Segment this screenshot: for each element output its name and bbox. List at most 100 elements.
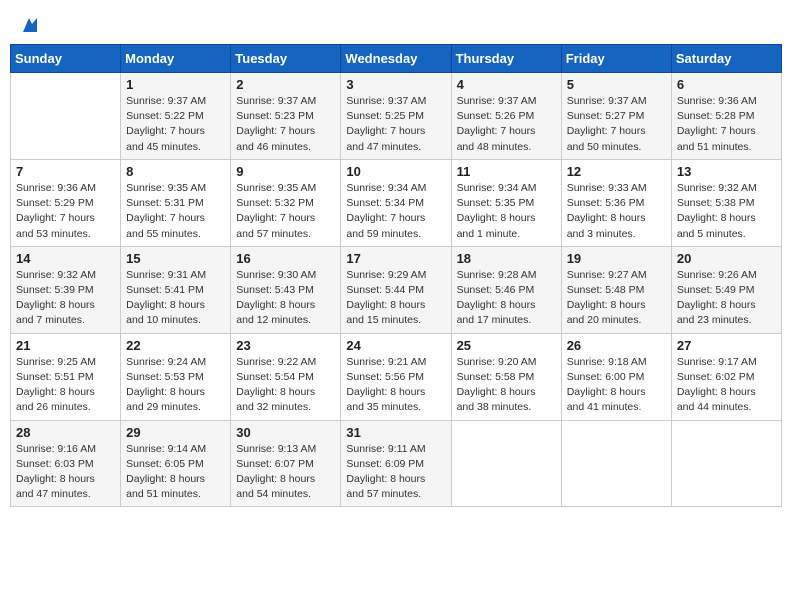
calendar-cell: 28Sunrise: 9:16 AMSunset: 6:03 PMDayligh…: [11, 420, 121, 507]
day-info: Sunrise: 9:33 AMSunset: 5:36 PMDaylight:…: [567, 181, 666, 242]
logo: [18, 14, 42, 32]
day-info: Sunrise: 9:37 AMSunset: 5:23 PMDaylight:…: [236, 94, 335, 155]
calendar-cell: 21 Sunrise: 9:25 AMSunset: 5:51 PMDayligh…: [11, 333, 121, 420]
day-number: 6: [677, 77, 776, 92]
calendar-cell: 17 Sunrise: 9:29 AMSunset: 5:44 PMDayligh…: [341, 246, 451, 333]
day-number: 5: [567, 77, 666, 92]
weekday-header: Wednesday: [341, 45, 451, 73]
weekday-header: Sunday: [11, 45, 121, 73]
calendar-cell: 1Sunrise: 9:37 AMSunset: 5:22 PMDaylight…: [121, 73, 231, 160]
day-info: Sunrise: 9:32 AMSunset: 5:39 PMDaylight:…: [16, 268, 115, 329]
day-number: 23: [236, 338, 335, 353]
day-number: 3: [346, 77, 445, 92]
calendar-cell: 8Sunrise: 9:35 AMSunset: 5:31 PMDaylight…: [121, 159, 231, 246]
calendar-cell: 11 Sunrise: 9:34 AMSunset: 5:35 PMDayligh…: [451, 159, 561, 246]
day-number: 25: [457, 338, 556, 353]
calendar-cell: 5 Sunrise: 9:37 AMSunset: 5:27 PMDaylight…: [561, 73, 671, 160]
calendar-week-row: 1Sunrise: 9:37 AMSunset: 5:22 PMDaylight…: [11, 73, 782, 160]
calendar-cell: 13Sunrise: 9:32 AMSunset: 5:38 PMDayligh…: [671, 159, 781, 246]
calendar-cell: 6 Sunrise: 9:36 AMSunset: 5:28 PMDaylight…: [671, 73, 781, 160]
day-number: 9: [236, 164, 335, 179]
day-number: 29: [126, 425, 225, 440]
calendar-cell: 15Sunrise: 9:31 AMSunset: 5:41 PMDayligh…: [121, 246, 231, 333]
calendar-cell: 7Sunrise: 9:36 AMSunset: 5:29 PMDaylight…: [11, 159, 121, 246]
day-info: Sunrise: 9:29 AMSunset: 5:44 PMDaylight:…: [346, 268, 445, 329]
calendar-cell: 31Sunrise: 9:11 AMSunset: 6:09 PMDayligh…: [341, 420, 451, 507]
day-info: Sunrise: 9:37 AMSunset: 5:27 PMDaylight:…: [567, 94, 666, 155]
calendar-cell: 23 Sunrise: 9:22 AMSunset: 5:54 PMDayligh…: [231, 333, 341, 420]
weekday-row: SundayMondayTuesdayWednesdayThursdayFrid…: [11, 45, 782, 73]
day-number: 30: [236, 425, 335, 440]
weekday-header: Tuesday: [231, 45, 341, 73]
day-number: 11: [457, 164, 556, 179]
day-number: 26: [567, 338, 666, 353]
day-number: 15: [126, 251, 225, 266]
calendar-week-row: 21 Sunrise: 9:25 AMSunset: 5:51 PMDayligh…: [11, 333, 782, 420]
calendar-week-row: 28Sunrise: 9:16 AMSunset: 6:03 PMDayligh…: [11, 420, 782, 507]
calendar-cell: 12 Sunrise: 9:33 AMSunset: 5:36 PMDayligh…: [561, 159, 671, 246]
calendar-cell: 4Sunrise: 9:37 AMSunset: 5:26 PMDaylight…: [451, 73, 561, 160]
day-number: 4: [457, 77, 556, 92]
day-number: 21: [16, 338, 115, 353]
day-info: Sunrise: 9:34 AMSunset: 5:35 PMDaylight:…: [457, 181, 556, 242]
calendar-cell: 20 Sunrise: 9:26 AMSunset: 5:49 PMDayligh…: [671, 246, 781, 333]
calendar-cell: [451, 420, 561, 507]
day-info: Sunrise: 9:13 AMSunset: 6:07 PMDaylight:…: [236, 442, 335, 503]
calendar-cell: 24 Sunrise: 9:21 AMSunset: 5:56 PMDayligh…: [341, 333, 451, 420]
day-info: Sunrise: 9:27 AMSunset: 5:48 PMDaylight:…: [567, 268, 666, 329]
calendar-cell: 9 Sunrise: 9:35 AMSunset: 5:32 PMDaylight…: [231, 159, 341, 246]
calendar-cell: 16 Sunrise: 9:30 AMSunset: 5:43 PMDayligh…: [231, 246, 341, 333]
day-info: Sunrise: 9:35 AMSunset: 5:31 PMDaylight:…: [126, 181, 225, 242]
weekday-header: Monday: [121, 45, 231, 73]
calendar-cell: 2 Sunrise: 9:37 AMSunset: 5:23 PMDaylight…: [231, 73, 341, 160]
day-number: 2: [236, 77, 335, 92]
day-number: 12: [567, 164, 666, 179]
day-info: Sunrise: 9:35 AMSunset: 5:32 PMDaylight:…: [236, 181, 335, 242]
calendar-cell: [561, 420, 671, 507]
calendar-cell: 26 Sunrise: 9:18 AMSunset: 6:00 PMDayligh…: [561, 333, 671, 420]
day-info: Sunrise: 9:26 AMSunset: 5:49 PMDaylight:…: [677, 268, 776, 329]
day-number: 18: [457, 251, 556, 266]
day-info: Sunrise: 9:34 AMSunset: 5:34 PMDaylight:…: [346, 181, 445, 242]
day-info: Sunrise: 9:28 AMSunset: 5:46 PMDaylight:…: [457, 268, 556, 329]
day-number: 17: [346, 251, 445, 266]
day-number: 20: [677, 251, 776, 266]
calendar-cell: 14 Sunrise: 9:32 AMSunset: 5:39 PMDayligh…: [11, 246, 121, 333]
day-info: Sunrise: 9:37 AMSunset: 5:25 PMDaylight:…: [346, 94, 445, 155]
day-number: 10: [346, 164, 445, 179]
day-info: Sunrise: 9:36 AMSunset: 5:28 PMDaylight:…: [677, 94, 776, 155]
day-number: 14: [16, 251, 115, 266]
calendar-cell: 29 Sunrise: 9:14 AMSunset: 6:05 PMDayligh…: [121, 420, 231, 507]
day-info: Sunrise: 9:14 AMSunset: 6:05 PMDaylight:…: [126, 442, 225, 503]
calendar-cell: 3 Sunrise: 9:37 AMSunset: 5:25 PMDaylight…: [341, 73, 451, 160]
calendar-table: SundayMondayTuesdayWednesdayThursdayFrid…: [10, 44, 782, 507]
day-info: Sunrise: 9:18 AMSunset: 6:00 PMDaylight:…: [567, 355, 666, 416]
day-info: Sunrise: 9:20 AMSunset: 5:58 PMDaylight:…: [457, 355, 556, 416]
calendar-week-row: 7Sunrise: 9:36 AMSunset: 5:29 PMDaylight…: [11, 159, 782, 246]
day-info: Sunrise: 9:24 AMSunset: 5:53 PMDaylight:…: [126, 355, 225, 416]
calendar-cell: 19Sunrise: 9:27 AMSunset: 5:48 PMDayligh…: [561, 246, 671, 333]
day-info: Sunrise: 9:17 AMSunset: 6:02 PMDaylight:…: [677, 355, 776, 416]
day-info: Sunrise: 9:37 AMSunset: 5:22 PMDaylight:…: [126, 94, 225, 155]
day-number: 27: [677, 338, 776, 353]
day-number: 22: [126, 338, 225, 353]
calendar-cell: [671, 420, 781, 507]
day-info: Sunrise: 9:25 AMSunset: 5:51 PMDaylight:…: [16, 355, 115, 416]
day-info: Sunrise: 9:30 AMSunset: 5:43 PMDaylight:…: [236, 268, 335, 329]
weekday-header: Friday: [561, 45, 671, 73]
weekday-header: Saturday: [671, 45, 781, 73]
calendar-cell: 25 Sunrise: 9:20 AMSunset: 5:58 PMDayligh…: [451, 333, 561, 420]
calendar-header: SundayMondayTuesdayWednesdayThursdayFrid…: [11, 45, 782, 73]
weekday-header: Thursday: [451, 45, 561, 73]
day-info: Sunrise: 9:32 AMSunset: 5:38 PMDaylight:…: [677, 181, 776, 242]
logo-icon: [19, 14, 41, 36]
day-info: Sunrise: 9:22 AMSunset: 5:54 PMDaylight:…: [236, 355, 335, 416]
calendar-cell: 22 Sunrise: 9:24 AMSunset: 5:53 PMDayligh…: [121, 333, 231, 420]
calendar-cell: 27 Sunrise: 9:17 AMSunset: 6:02 PMDayligh…: [671, 333, 781, 420]
day-number: 24: [346, 338, 445, 353]
day-info: Sunrise: 9:21 AMSunset: 5:56 PMDaylight:…: [346, 355, 445, 416]
calendar-cell: 30 Sunrise: 9:13 AMSunset: 6:07 PMDayligh…: [231, 420, 341, 507]
calendar-week-row: 14 Sunrise: 9:32 AMSunset: 5:39 PMDayligh…: [11, 246, 782, 333]
day-number: 16: [236, 251, 335, 266]
calendar-cell: 18 Sunrise: 9:28 AMSunset: 5:46 PMDayligh…: [451, 246, 561, 333]
